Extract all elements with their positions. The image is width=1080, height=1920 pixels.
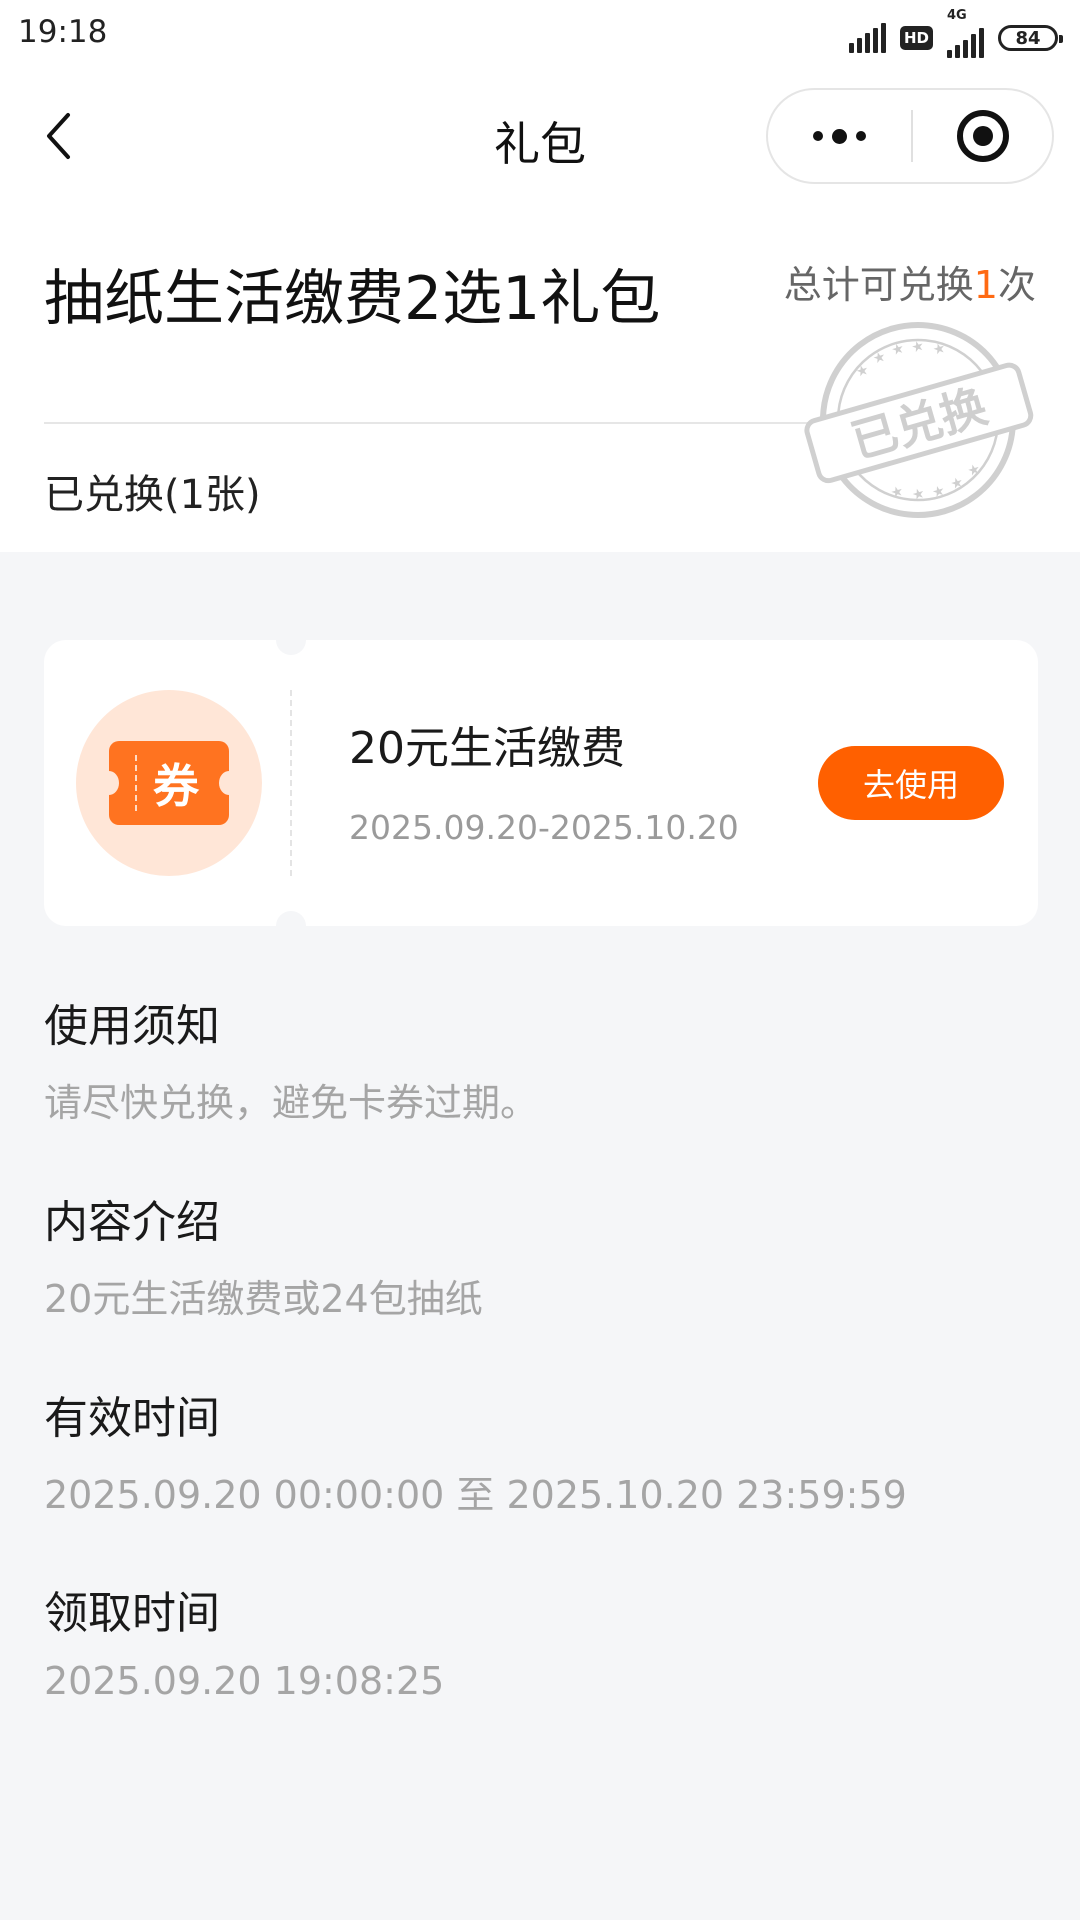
battery-icon: 84	[998, 25, 1063, 51]
section-title: 内容介绍	[44, 1197, 220, 1248]
claim-time-section: 领取时间 2025.09.20 19:08:25	[44, 1577, 444, 1703]
gift-title: 抽纸生活缴费2选1礼包	[44, 264, 661, 334]
svg-text:★: ★	[889, 483, 905, 502]
coupon-card: 券 20元生活缴费 2025.09.20-2025.10.20 去使用	[44, 625, 1038, 941]
divider	[44, 422, 844, 424]
redeem-suffix: 次	[997, 263, 1036, 307]
target-icon	[956, 110, 1009, 162]
redeem-number: 1	[973, 263, 998, 307]
more-button[interactable]	[768, 90, 911, 182]
usage-notice-section: 使用须知 请尽快兑换，避免卡券过期。	[44, 990, 538, 1127]
status-icons: HD 4G 84	[848, 8, 1063, 58]
more-dots-icon-center	[832, 128, 847, 144]
svg-text:★: ★	[931, 340, 947, 359]
ticket-label: 券	[153, 759, 199, 813]
section-value: 2025.09.20 19:08:25	[44, 1659, 445, 1703]
coupon-separator	[290, 690, 292, 876]
use-coupon-button[interactable]: 去使用	[818, 746, 1004, 820]
ticket-perforation	[135, 755, 137, 811]
section-value: 请尽快兑换，避免卡券过期。	[44, 1081, 539, 1125]
wifi-signal-icon	[848, 23, 886, 53]
close-mini-program-button[interactable]	[913, 90, 1052, 182]
network-type: 4G	[947, 8, 967, 23]
svg-text:★: ★	[854, 362, 870, 381]
svg-text:★: ★	[949, 474, 965, 493]
redeemed-stamp: 已兑换 ★★ ★ ★ ★ ★ ★ ★ ★★	[804, 322, 1034, 518]
mini-program-capsule	[766, 88, 1054, 184]
svg-text:★: ★	[966, 461, 982, 480]
more-dots-icon	[813, 131, 823, 141]
coupon-icon: 券	[76, 690, 262, 876]
content-intro-section: 内容介绍 20元生活缴费或24包抽纸	[44, 1186, 483, 1323]
section-value: 2025.09.20 00:00:00 至 2025.10.20 23:59:5…	[44, 1473, 907, 1517]
svg-text:★: ★	[890, 340, 906, 359]
coupon-name: 20元生活缴费	[349, 723, 625, 774]
coupon-notch	[276, 911, 306, 941]
battery-level: 84	[1015, 27, 1041, 49]
redeem-prefix: 总计可兑换	[783, 263, 974, 307]
coupon-notch	[276, 625, 306, 655]
ticket-icon: 券	[99, 741, 239, 825]
more-dots-icon-right	[856, 131, 866, 141]
validity-period-section: 有效时间 2025.09.20 00:00:00 至 2025.10.20 23…	[44, 1382, 907, 1519]
section-title: 领取时间	[44, 1588, 220, 1639]
redeemed-count-label: 已兑换(1张)	[44, 472, 261, 518]
section-title: 使用须知	[44, 1001, 220, 1052]
coupon-validity: 2025.09.20-2025.10.20	[349, 808, 739, 847]
status-time: 19:18	[18, 14, 108, 50]
svg-text:★: ★	[910, 485, 926, 504]
cellular-signal-icon: 4G	[947, 8, 984, 58]
section-value: 20元生活缴费或24包抽纸	[44, 1277, 483, 1321]
section-title: 有效时间	[44, 1393, 220, 1444]
redeem-count: 总计可兑换1次	[784, 254, 1036, 309]
svg-text:★: ★	[871, 349, 887, 368]
hd-icon: HD	[899, 26, 933, 50]
